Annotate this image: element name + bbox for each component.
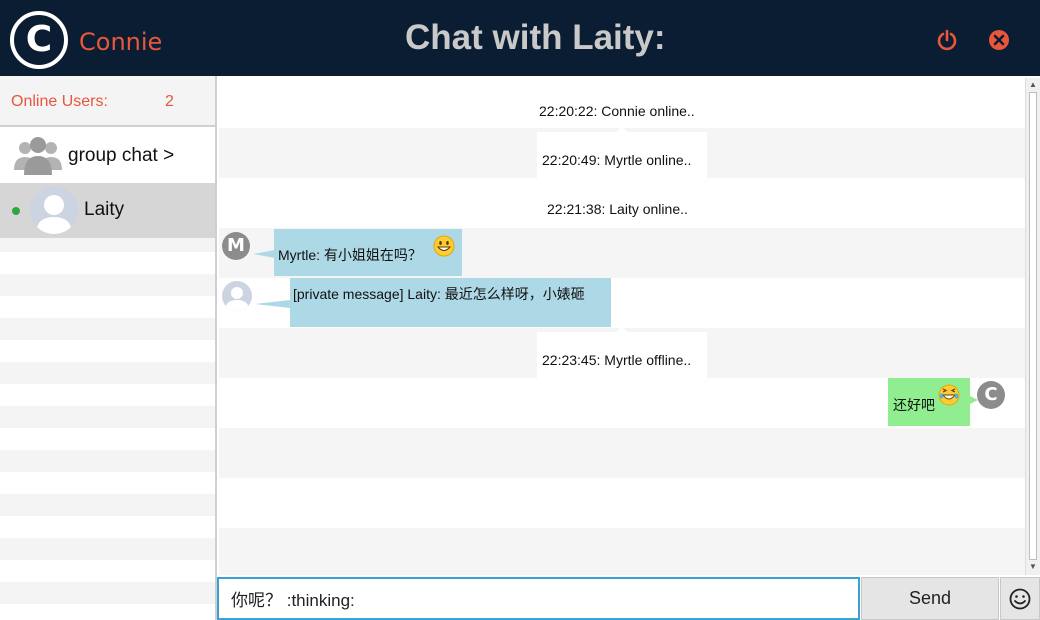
- group-icon: [14, 137, 62, 175]
- avatar: [222, 281, 252, 311]
- bubble-tail: [617, 326, 627, 332]
- chat-title: Chat with Laity:: [405, 18, 666, 57]
- chat-messages: 22:20:22: Connie online.. 22:20:49: Myrt…: [219, 78, 1025, 575]
- online-users-header: Online Users: 2: [0, 76, 215, 127]
- sidebar-item-label: Laity: [84, 199, 125, 220]
- avatar: M: [222, 232, 250, 260]
- message-input[interactable]: [217, 577, 860, 620]
- user-logo-icon: C: [10, 11, 68, 69]
- scroll-down-icon[interactable]: ▼: [1029, 562, 1037, 571]
- message-text: Myrtle: 有小姐姐在吗？: [278, 247, 422, 263]
- current-username: Connie: [79, 28, 163, 56]
- system-message: 22:20:22: Connie online..: [539, 103, 695, 119]
- system-message: 22:20:49: Myrtle online..: [542, 152, 692, 168]
- avatar: [30, 186, 78, 234]
- grinning-emoji-icon: [433, 235, 455, 257]
- sidebar-item-laity[interactable]: Laity: [0, 183, 215, 238]
- emoji-picker-button[interactable]: [1000, 577, 1040, 620]
- laughing-emoji-icon: [938, 384, 960, 406]
- online-users-label: Online Users:: [11, 93, 108, 110]
- chat-scrollbar[interactable]: ▲ ▼: [1025, 78, 1040, 575]
- power-icon[interactable]: [936, 29, 958, 51]
- user-silhouette-icon: [225, 287, 249, 311]
- sidebar-item-group-chat[interactable]: group chat >: [0, 127, 215, 183]
- online-users-count: 2: [165, 93, 174, 110]
- message-bubble: [private message] Laity: 最近怎么样呀，小婊砸: [290, 278, 611, 327]
- scroll-up-icon[interactable]: ▲: [1029, 80, 1037, 89]
- system-message: 22:21:38: Laity online..: [547, 201, 688, 217]
- message-text: [private message] Laity: 最近怎么样呀，小婊砸: [293, 286, 585, 302]
- scrollbar-thumb[interactable]: [1029, 92, 1037, 560]
- bubble-tail: [255, 300, 290, 308]
- header-bar: C Connie Chat with Laity:: [0, 0, 1040, 76]
- bubble-tail: [253, 250, 275, 258]
- avatar: C: [977, 381, 1005, 409]
- sidebar: Online Users: 2 group chat > Laity: [0, 76, 217, 620]
- message-bubble: 还好吧: [888, 378, 970, 426]
- user-silhouette-icon: [36, 195, 72, 234]
- group-chat-label: group chat >: [68, 145, 175, 166]
- system-message: 22:23:45: Myrtle offline..: [542, 352, 692, 368]
- smiley-icon: [1009, 588, 1031, 610]
- bubble-tail: [617, 126, 627, 132]
- online-status-dot: [12, 207, 20, 215]
- close-icon[interactable]: [988, 29, 1010, 51]
- message-text: 还好吧: [893, 397, 935, 413]
- send-button[interactable]: Send: [861, 577, 999, 620]
- message-bubble: Myrtle: 有小姐姐在吗？: [274, 229, 462, 276]
